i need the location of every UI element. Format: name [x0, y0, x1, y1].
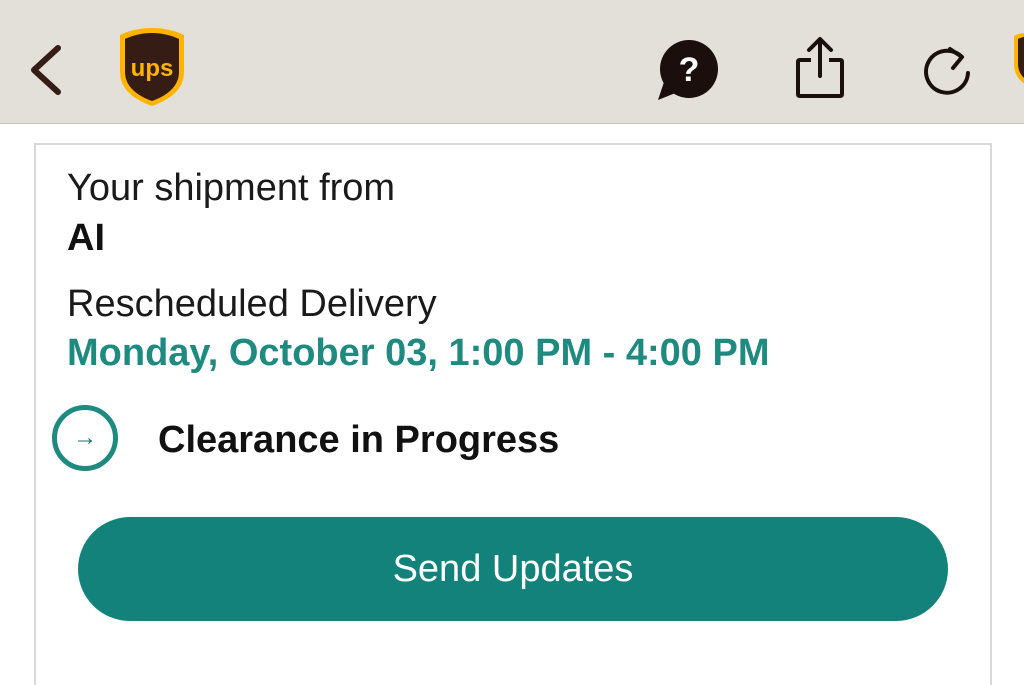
ups-logo: ups [117, 26, 187, 108]
shipment-card: Your shipment from AI Rescheduled Delive… [34, 143, 992, 685]
share-icon[interactable] [794, 36, 846, 100]
progress-status-row[interactable]: → Clearance in Progress [52, 401, 952, 483]
ups-logo-text: ups [131, 55, 174, 82]
shipper-name: AI [67, 217, 105, 259]
delivery-status-label: Rescheduled Delivery [67, 283, 437, 325]
send-updates-button[interactable]: Send Updates [78, 517, 948, 621]
svg-text:?: ? [679, 51, 700, 89]
top-toolbar: ups ? [0, 0, 1024, 124]
back-chevron-icon[interactable] [24, 44, 72, 96]
help-icon[interactable]: ? [656, 40, 722, 102]
refresh-icon[interactable] [918, 40, 976, 100]
delivery-window: Monday, October 03, 1:00 PM - 4:00 PM [67, 332, 770, 374]
progress-status-text: Clearance in Progress [158, 419, 560, 461]
arrow-right-circle-icon: → [52, 405, 118, 471]
ups-logo-partial [1012, 30, 1024, 90]
shipment-from-label: Your shipment from [67, 167, 396, 209]
